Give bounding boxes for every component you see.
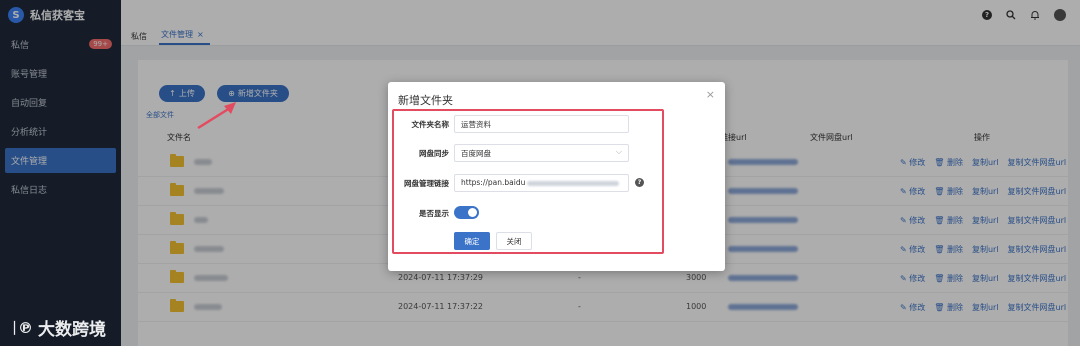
dialog-title: 新增文件夹	[398, 94, 453, 107]
form-row-folder-name: 文件夹名称 运营资料	[388, 115, 725, 133]
close-icon[interactable]: ×	[706, 88, 715, 101]
disk-link-label: 网盘管理链接	[404, 179, 449, 188]
redacted-link-text	[527, 180, 620, 186]
new-folder-dialog: 新增文件夹 × 文件夹名称 运营资料 网盘同步 百度网盘 ⌵ 网盘管理链接 ht…	[388, 82, 725, 271]
close-button[interactable]: 关闭	[496, 232, 532, 250]
watermark-text: 大数跨境	[38, 320, 107, 340]
show-toggle[interactable]	[454, 206, 479, 219]
disk-link-value: https://pan.baidu	[461, 178, 526, 187]
folder-name-label: 文件夹名称	[411, 120, 450, 129]
chevron-down-icon: ⌵	[615, 147, 622, 156]
watermark-logo: ᛁ℗	[10, 318, 33, 337]
disk-sync-select[interactable]: 百度网盘 ⌵	[454, 144, 629, 162]
annotation-arrow	[197, 102, 236, 130]
disk-sync-label: 网盘同步	[419, 149, 449, 158]
folder-name-input[interactable]: 运营资料	[454, 115, 629, 133]
watermark: ᛁ℗ 大数跨境	[10, 315, 107, 341]
form-row-show: 是否显示	[388, 204, 725, 222]
help-icon[interactable]: ?	[635, 178, 644, 187]
form-row-disk-sync: 网盘同步 百度网盘 ⌵	[388, 144, 725, 162]
disk-link-input[interactable]: https://pan.baidu	[454, 174, 629, 192]
form-row-disk-link: 网盘管理链接 https://pan.baidu ?	[388, 174, 725, 192]
disk-sync-value: 百度网盘	[461, 149, 491, 158]
show-label: 是否显示	[419, 209, 449, 218]
confirm-button[interactable]: 确定	[454, 232, 490, 250]
